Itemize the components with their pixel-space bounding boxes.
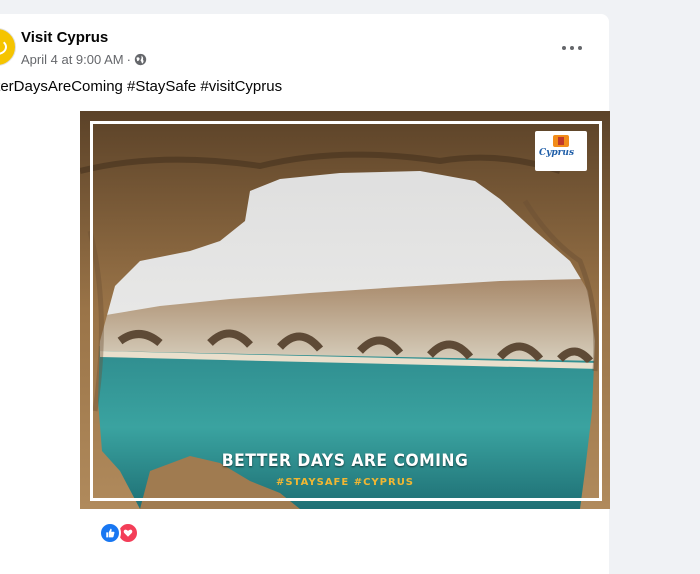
post-meta: April 4 at 9:00 AM ·: [21, 52, 147, 67]
post-timestamp[interactable]: April 4 at 9:00 AM: [21, 52, 124, 67]
meta-separator: ·: [126, 52, 131, 67]
page-avatar[interactable]: [0, 28, 16, 66]
cyprus-logo: Cyprus: [535, 131, 587, 171]
globe-icon[interactable]: [134, 53, 147, 66]
more-options-icon[interactable]: [562, 38, 582, 58]
post-card: Visit Cyprus April 4 at 9:00 AM · tterDa…: [0, 14, 610, 574]
page-name-link[interactable]: Visit Cyprus: [21, 29, 108, 46]
logo-mark: [553, 135, 569, 147]
image-headline: BETTER DAYS ARE COMING: [221, 451, 469, 471]
post-caption: tterDaysAreComing #StaySafe #visitCyprus: [0, 78, 283, 95]
reactions-summary[interactable]: [99, 522, 139, 544]
image-hashtags: #STAYSAFE #CYPRUS: [275, 477, 415, 488]
like-icon: [99, 522, 121, 544]
logo-text: Cyprus: [539, 148, 575, 158]
post-image[interactable]: Cyprus BETTER DAYS ARE COMING #STAYSAFE …: [80, 111, 610, 509]
